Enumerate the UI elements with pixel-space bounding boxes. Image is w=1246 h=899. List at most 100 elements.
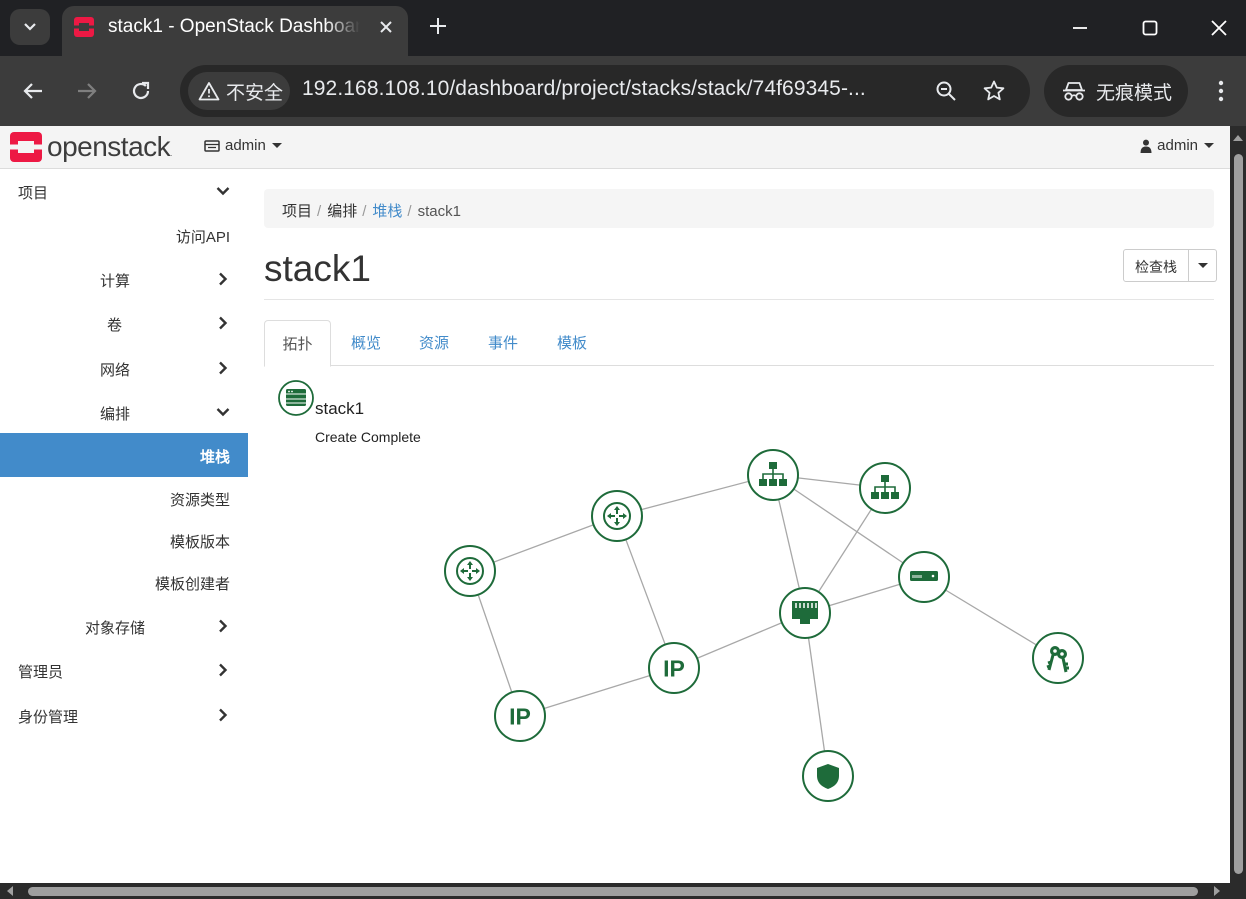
close-window-button[interactable] bbox=[1197, 8, 1241, 48]
browser-tab-active[interactable]: stack1 - OpenStack Dashboard bbox=[62, 6, 408, 56]
forward-button[interactable] bbox=[69, 73, 105, 109]
sidebar-item-compute[interactable]: 计算 bbox=[0, 257, 248, 301]
sidebar-item-stacks[interactable]: 堆栈 bbox=[0, 433, 248, 477]
sidebar-item-label: 资源类型 bbox=[169, 492, 230, 509]
star-icon bbox=[983, 80, 1005, 101]
vertical-scrollbar-thumb[interactable] bbox=[1234, 154, 1243, 874]
browser-menu-button[interactable] bbox=[1208, 73, 1234, 109]
sidebar-item-project[interactable]: 项目 bbox=[0, 169, 248, 213]
breadcrumb-separator: / bbox=[317, 203, 322, 220]
incognito-icon bbox=[1063, 82, 1085, 101]
security-label: 不安全 bbox=[226, 82, 284, 104]
sidebar-item-label: 对象存储 bbox=[85, 620, 146, 637]
vertical-scrollbar[interactable] bbox=[1230, 126, 1246, 883]
back-button[interactable] bbox=[15, 73, 51, 109]
sidebar-item-label: 卷 bbox=[107, 317, 123, 334]
router-node[interactable] bbox=[444, 545, 496, 597]
tab-search-button[interactable] bbox=[10, 9, 50, 45]
security-indicator[interactable]: 不安全 bbox=[188, 72, 290, 110]
scroll-up-icon[interactable] bbox=[1233, 135, 1243, 141]
sidebar-item-resource-types[interactable]: 资源类型 bbox=[0, 476, 248, 520]
security-group-node[interactable] bbox=[802, 750, 854, 802]
user-name: admin bbox=[1157, 137, 1198, 154]
sidebar-item-orchestration[interactable]: 编排 bbox=[0, 390, 248, 434]
logo-dot: . bbox=[170, 148, 173, 158]
sidebar-item-object-store[interactable]: 对象存储 bbox=[0, 604, 248, 648]
server-icon bbox=[910, 571, 938, 581]
network-node[interactable] bbox=[747, 449, 799, 501]
sidebar-item-admin[interactable]: 管理员 bbox=[0, 648, 248, 692]
zoom-button[interactable] bbox=[932, 77, 960, 105]
sidebar-item-label: 访问API bbox=[175, 229, 230, 246]
sidebar-item-label: 管理员 bbox=[18, 664, 64, 681]
minimize-icon bbox=[1073, 27, 1087, 29]
arrow-right-icon bbox=[78, 83, 97, 99]
breadcrumb-item: 项目 bbox=[282, 203, 313, 220]
network-node[interactable] bbox=[859, 462, 911, 514]
incognito-indicator[interactable]: 无痕模式 bbox=[1044, 65, 1188, 117]
more-actions-dropdown[interactable] bbox=[1189, 249, 1217, 282]
chevron-right-icon bbox=[219, 708, 228, 722]
maximize-button[interactable] bbox=[1128, 8, 1172, 48]
chevron-right-icon bbox=[219, 663, 228, 677]
stack-icon bbox=[278, 380, 314, 416]
page-title: stack1 bbox=[264, 248, 371, 289]
sidebar-item-template-generator[interactable]: 模板创建者 bbox=[0, 560, 248, 604]
keypair-node[interactable] bbox=[1032, 632, 1084, 684]
tab-topology[interactable]: 拓扑 bbox=[264, 320, 331, 367]
tab-close-button[interactable] bbox=[374, 15, 398, 39]
breadcrumb-separator: / bbox=[407, 203, 412, 220]
openstack-logo-icon bbox=[10, 132, 42, 162]
logo-text: openstack bbox=[47, 131, 171, 162]
router-icon bbox=[456, 557, 484, 585]
breadcrumb-link-stacks[interactable]: 堆栈 bbox=[372, 203, 402, 220]
stack-name: stack1 bbox=[315, 399, 365, 418]
horizontal-scrollbar[interactable] bbox=[0, 883, 1246, 899]
tab-title: stack1 - OpenStack Dashboard bbox=[108, 16, 360, 37]
tab-events[interactable]: 事件 bbox=[475, 320, 531, 366]
scroll-left-icon[interactable] bbox=[7, 886, 13, 896]
tab-template[interactable]: 模板 bbox=[544, 320, 600, 366]
url-text[interactable]: 192.168.108.10/dashboard/project/stacks/… bbox=[302, 77, 866, 101]
user-dropdown[interactable]: admin bbox=[1140, 137, 1214, 154]
server-node[interactable] bbox=[898, 551, 950, 603]
chevron-right-icon bbox=[219, 619, 228, 633]
sidebar-item-api-access[interactable]: 访问API bbox=[0, 213, 248, 257]
project-name: admin bbox=[225, 137, 266, 154]
reload-button[interactable] bbox=[123, 73, 159, 109]
sidebar-item-identity[interactable]: 身份管理 bbox=[0, 693, 248, 737]
address-bar[interactable]: 不安全 192.168.108.10/dashboard/project/sta… bbox=[180, 65, 1030, 117]
chevron-right-icon bbox=[219, 361, 228, 375]
router-node[interactable] bbox=[591, 490, 643, 542]
tab-resources[interactable]: 资源 bbox=[406, 320, 462, 366]
caret-down-icon bbox=[1204, 143, 1214, 148]
floating-ip-node[interactable]: IP bbox=[648, 642, 700, 694]
scroll-right-icon[interactable] bbox=[1214, 886, 1220, 896]
port-node[interactable] bbox=[779, 587, 831, 639]
caret-down-icon bbox=[271, 143, 282, 148]
router-icon bbox=[603, 502, 631, 530]
sidebar-item-label: 模板版本 bbox=[169, 534, 230, 551]
sidebar-item-volumes[interactable]: 卷 bbox=[0, 301, 248, 345]
chevron-right-icon bbox=[219, 316, 228, 330]
new-tab-button[interactable] bbox=[422, 10, 454, 42]
incognito-label: 无痕模式 bbox=[1096, 82, 1173, 104]
arrow-left-icon bbox=[23, 83, 42, 99]
tab-overview[interactable]: 概览 bbox=[338, 320, 394, 366]
floating-ip-node[interactable]: IP bbox=[494, 690, 546, 742]
bookmark-button[interactable] bbox=[980, 77, 1008, 105]
openstack-logo[interactable]: openstack. bbox=[10, 131, 172, 163]
breadcrumb: 项目 / 编排 / 堆栈 / stack1 bbox=[264, 189, 1214, 228]
project-dropdown[interactable]: admin bbox=[204, 137, 282, 154]
sidebar-item-label: 堆栈 bbox=[199, 449, 230, 466]
sidebar-item-network[interactable]: 网络 bbox=[0, 346, 248, 390]
sidebar-item-template-versions[interactable]: 模板版本 bbox=[0, 518, 248, 562]
minimize-button[interactable] bbox=[1058, 8, 1102, 48]
horizontal-scrollbar-thumb[interactable] bbox=[28, 887, 1198, 896]
check-stack-button[interactable]: 检查栈 bbox=[1123, 249, 1189, 282]
caret-down-icon bbox=[1197, 263, 1208, 268]
zoom-icon bbox=[936, 81, 956, 101]
stack-status: Create Complete bbox=[315, 429, 421, 445]
stack-detail-tabs: 拓扑 概览 资源 事件 模板 bbox=[264, 320, 1214, 367]
user-icon bbox=[1140, 139, 1152, 153]
